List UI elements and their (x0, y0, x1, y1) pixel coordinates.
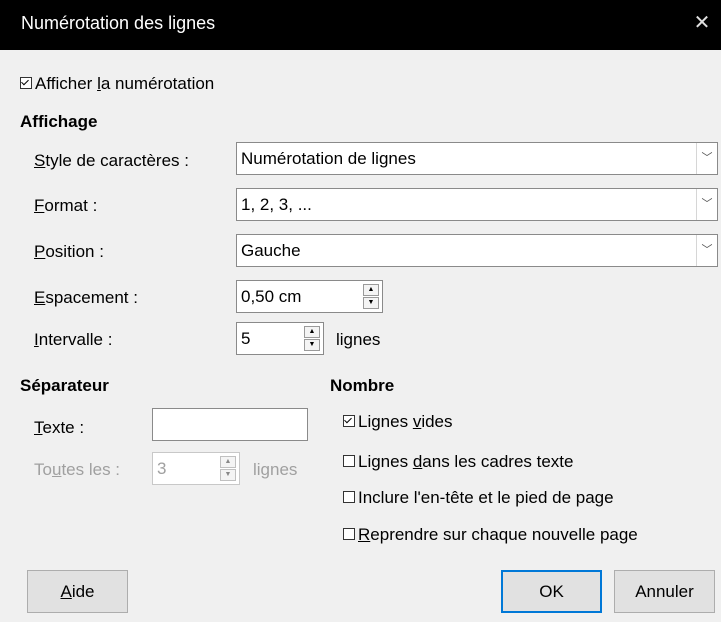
spin-down-icon[interactable]: ▼ (304, 339, 320, 351)
char-style-label: Style de caractères : (34, 151, 189, 170)
restart-checkbox[interactable]: Reprendre sur chaque nouvelle page (343, 525, 638, 545)
spacing-value: 0,50 cm (241, 287, 302, 306)
text-frames-check-icon[interactable] (343, 455, 355, 467)
help-button[interactable]: Aide (27, 570, 128, 613)
every-label: Toutes les : (34, 460, 121, 479)
format-label: Format : (34, 196, 98, 215)
header-footer-check-icon[interactable] (343, 491, 355, 503)
header-footer-checkbox[interactable]: Inclure l'en-tête et le pied de page (343, 488, 614, 508)
format-dropdown[interactable]: 1, 2, 3, ... ﹀ (236, 188, 718, 221)
blank-lines-checkbox[interactable]: Lignes vides (343, 412, 453, 432)
position-value: Gauche (241, 241, 301, 260)
position-label: Position : (34, 242, 104, 261)
interval-label: Intervalle : (34, 330, 113, 349)
every-unit: lignes (253, 460, 298, 479)
separator-text-label: Texte : (34, 418, 85, 437)
spacing-label: Espacement : (34, 288, 138, 307)
separator-heading: Séparateur (20, 376, 109, 395)
format-value: 1, 2, 3, ... (241, 195, 312, 214)
chevron-down-icon[interactable]: ﹀ (696, 189, 717, 220)
title-bar: Numérotation des lignes ✕ (0, 0, 721, 50)
text-frames-checkbox[interactable]: Lignes dans les cadres texte (343, 452, 574, 472)
spin-up-icon[interactable]: ▲ (220, 456, 236, 468)
show-numbering-checkbox[interactable]: Afficher la numérotation (20, 74, 214, 94)
char-style-value: Numérotation de lignes (241, 149, 416, 168)
spacing-spinbox[interactable]: 0,50 cm ▲ ▼ (236, 280, 383, 313)
separator-text-input[interactable] (152, 408, 308, 441)
every-value: 3 (157, 459, 167, 478)
interval-value: 5 (241, 329, 251, 348)
blank-lines-check-icon[interactable] (343, 415, 355, 427)
ok-button[interactable]: OK (501, 570, 602, 613)
position-dropdown[interactable]: Gauche ﹀ (236, 234, 718, 267)
chevron-down-icon[interactable]: ﹀ (696, 235, 717, 266)
restart-check-icon[interactable] (343, 528, 355, 540)
interval-unit: lignes (336, 330, 381, 349)
close-icon[interactable]: ✕ (683, 10, 721, 35)
count-heading: Nombre (330, 376, 395, 395)
char-style-dropdown[interactable]: Numérotation de lignes ﹀ (236, 142, 718, 175)
cancel-button[interactable]: Annuler (614, 570, 715, 613)
chevron-down-icon[interactable]: ﹀ (696, 143, 717, 174)
dialog-title: Numérotation des lignes (21, 13, 216, 33)
every-spinbox[interactable]: 3 ▲ ▼ (152, 452, 240, 485)
spin-down-icon[interactable]: ▼ (220, 469, 236, 481)
show-numbering-check-icon[interactable] (20, 77, 32, 89)
affichage-heading: Affichage (20, 112, 98, 131)
spin-up-icon[interactable]: ▲ (363, 284, 379, 296)
interval-spinbox[interactable]: 5 ▲ ▼ (236, 322, 324, 355)
spin-up-icon[interactable]: ▲ (304, 326, 320, 338)
spin-down-icon[interactable]: ▼ (363, 297, 379, 309)
